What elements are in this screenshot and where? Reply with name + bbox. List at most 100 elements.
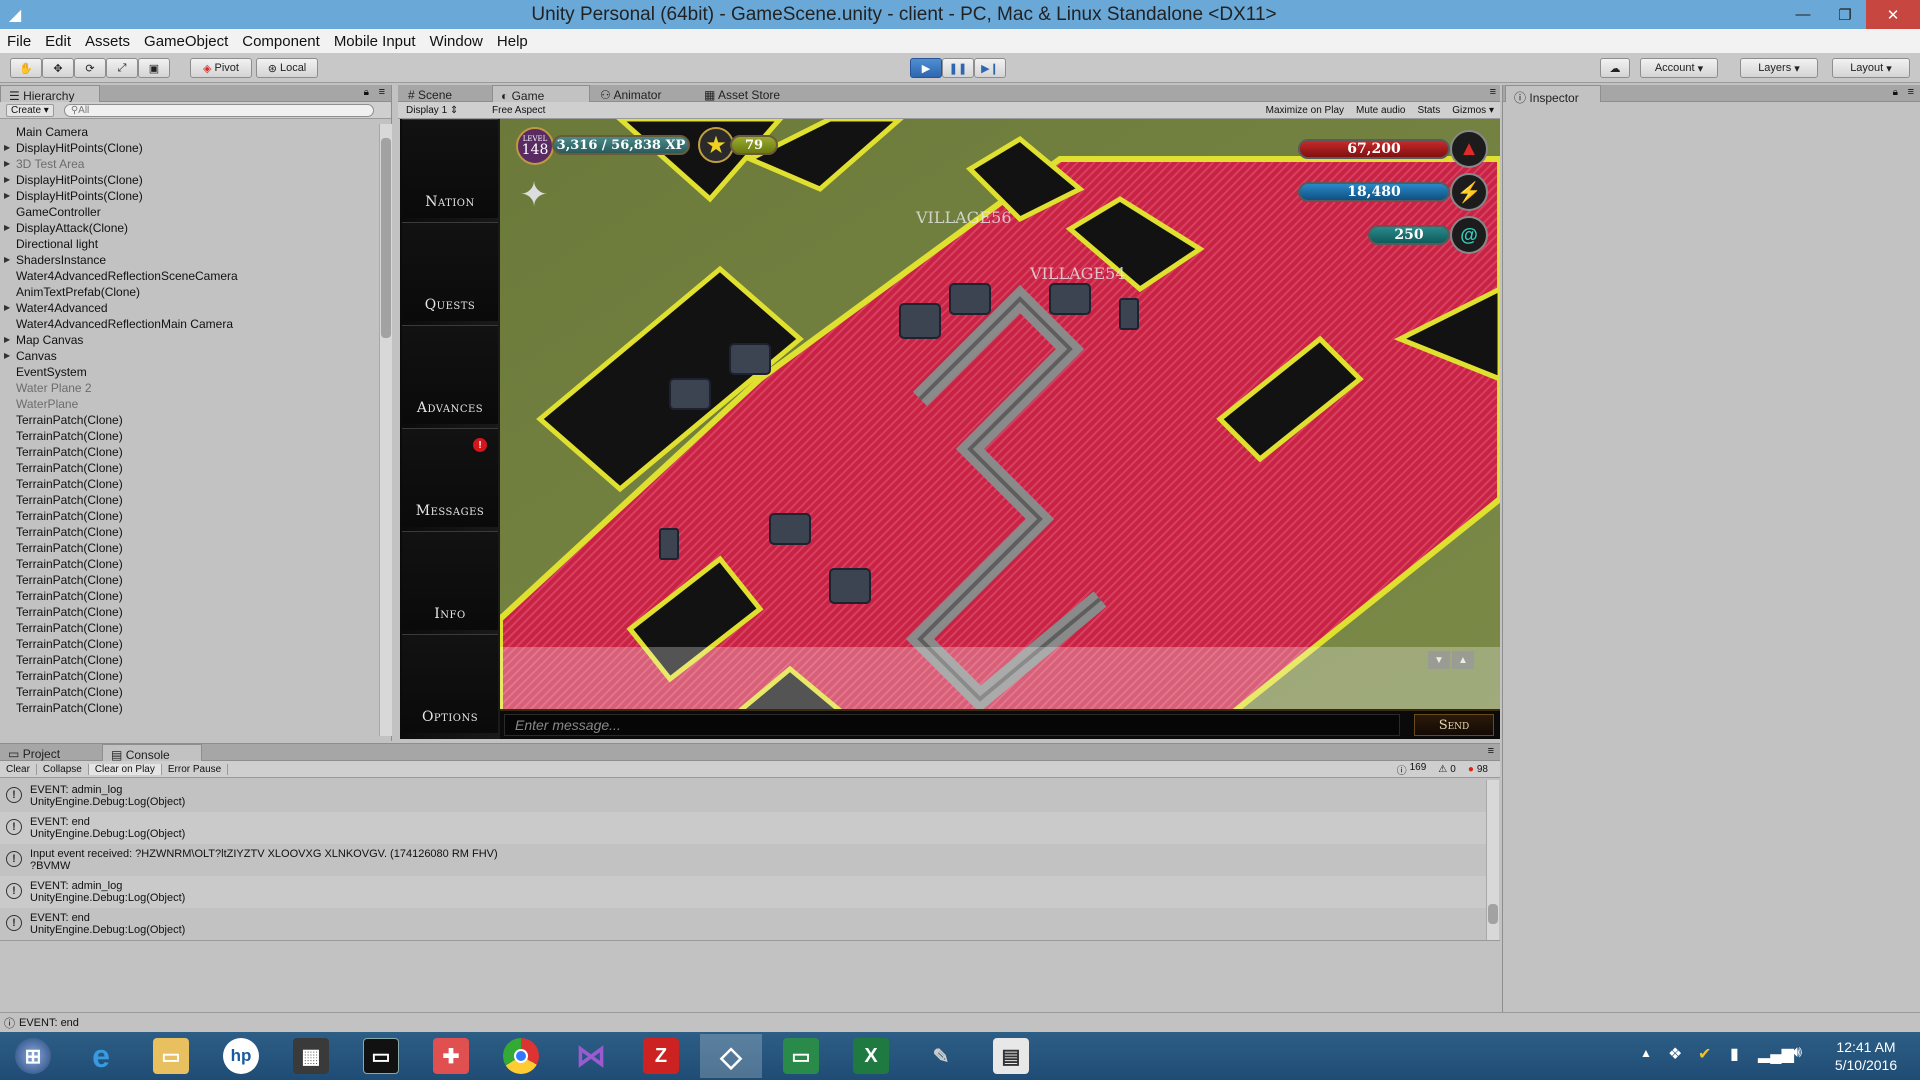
taskbar-hp[interactable]: hp — [210, 1034, 272, 1078]
tab-console[interactable]: ▤ Console — [102, 744, 202, 762]
stars-bar[interactable]: 79 — [730, 135, 778, 155]
console-log-row[interactable]: ! Input event received: ?HZWNRM\OLT?ltZIY… — [0, 844, 1492, 876]
menu-window[interactable]: Window — [423, 33, 490, 50]
taskbar-excel[interactable]: X — [840, 1034, 902, 1078]
console-scroll-thumb[interactable] — [1488, 904, 1498, 924]
console-log-row[interactable]: ! EVENT: end UnityEngine.Debug:Log(Object) — [0, 908, 1492, 940]
pivot-toggle[interactable]: ◈ Pivot — [190, 58, 252, 78]
create-dropdown[interactable]: Create ▾ — [6, 103, 54, 117]
expand-arrow-icon[interactable]: ▶ — [4, 172, 10, 188]
hierarchy-item[interactable]: TerrainPatch(Clone) — [0, 556, 379, 572]
console-detail-area[interactable] — [0, 940, 1500, 1012]
chat-collapse-icon[interactable]: ▼ — [1428, 651, 1450, 669]
pause-button[interactable]: ❚❚ — [942, 58, 974, 78]
start-button[interactable]: ⊞ — [2, 1034, 64, 1078]
tray-battery-icon[interactable]: ▮ — [1730, 1044, 1739, 1064]
console-scrollbar[interactable] — [1486, 780, 1499, 940]
console-log-row[interactable]: ! EVENT: admin_log UnityEngine.Debug:Log(O… — [0, 780, 1492, 812]
expand-arrow-icon[interactable]: ▶ — [4, 300, 10, 316]
hierarchy-item[interactable]: ▶ DisplayAttack(Clone) — [0, 220, 379, 236]
collapse-toggle[interactable]: Collapse — [37, 763, 89, 775]
boot-icon[interactable]: ▲ — [1450, 130, 1488, 168]
lock-icon[interactable]: 🔒︎ — [364, 87, 369, 98]
hierarchy-item[interactable]: TerrainPatch(Clone) — [0, 412, 379, 428]
hierarchy-item[interactable]: TerrainPatch(Clone) — [0, 524, 379, 540]
send-button[interactable]: Send — [1414, 714, 1494, 736]
step-button[interactable]: ▶❙ — [974, 58, 1006, 78]
error-count-toggle[interactable]: ● 98 — [1462, 764, 1494, 775]
hierarchy-item[interactable]: TerrainPatch(Clone) — [0, 460, 379, 476]
level-badge[interactable]: LEVEL 148 — [516, 127, 554, 165]
maximize-on-play-toggle[interactable]: Maximize on Play — [1260, 105, 1350, 116]
gizmos-dropdown[interactable]: Gizmos ▾ — [1446, 105, 1500, 116]
hierarchy-item[interactable]: TerrainPatch(Clone) — [0, 476, 379, 492]
energy-icon[interactable]: ⚡ — [1450, 173, 1488, 211]
village-label-2[interactable]: VILLAGE54 — [1029, 264, 1126, 283]
expand-arrow-icon[interactable]: ▶ — [4, 156, 10, 172]
menu-mobile-input[interactable]: Mobile Input — [327, 33, 423, 50]
hierarchy-item[interactable]: ▶ DisplayHitPoints(Clone) — [0, 172, 379, 188]
star-icon[interactable]: ★ — [698, 127, 734, 163]
expand-arrow-icon[interactable]: ▶ — [4, 252, 10, 268]
game-map-scene[interactable]: VILLAGE56 VILLAGE54 — [500, 119, 1500, 739]
resource-bar-red[interactable]: 67,200 — [1298, 139, 1450, 159]
hierarchy-scroll-thumb[interactable] — [381, 138, 391, 338]
hierarchy-item[interactable]: TerrainPatch(Clone) — [0, 668, 379, 684]
hand-tool-icon[interactable]: ✋ — [10, 58, 42, 78]
taskbar-ie[interactable]: e — [70, 1034, 132, 1078]
taskbar-terminal[interactable]: ▭ — [350, 1034, 412, 1078]
taskbar-unity[interactable]: ◇ — [700, 1034, 762, 1078]
hierarchy-item[interactable]: TerrainPatch(Clone) — [0, 540, 379, 556]
hierarchy-item[interactable]: TerrainPatch(Clone) — [0, 572, 379, 588]
resource-bar-teal[interactable]: 250 — [1368, 225, 1450, 245]
menu-gameobject[interactable]: GameObject — [137, 33, 235, 50]
taskbar-calculator[interactable]: ▤ — [980, 1034, 1042, 1078]
hierarchy-item[interactable]: EventSystem — [0, 364, 379, 380]
layers-dropdown[interactable]: Layers ▾ — [1740, 58, 1818, 78]
warning-count-toggle[interactable]: ⚠ 0 — [1432, 764, 1462, 775]
hierarchy-item[interactable]: TerrainPatch(Clone) — [0, 588, 379, 604]
account-dropdown[interactable]: Account ▾ — [1640, 58, 1718, 78]
hierarchy-item[interactable]: Directional light — [0, 236, 379, 252]
hierarchy-item[interactable]: ▶ Map Canvas — [0, 332, 379, 348]
restore-button[interactable]: ❐ — [1824, 0, 1866, 29]
clear-on-play-toggle[interactable]: Clear on Play — [88, 763, 162, 775]
panel-menu-icon[interactable]: ≡ — [379, 86, 385, 98]
hierarchy-item[interactable]: Water4AdvancedReflectionMain Camera — [0, 316, 379, 332]
status-text[interactable]: EVENT: end — [19, 1017, 79, 1029]
expand-arrow-icon[interactable]: ▶ — [4, 220, 10, 236]
tray-volume-icon[interactable]: 🔊︎ — [1792, 1044, 1802, 1062]
taskbar-remote[interactable]: ▭ — [770, 1034, 832, 1078]
hierarchy-item[interactable]: WaterPlane — [0, 396, 379, 412]
tray-dropbox-icon[interactable]: ❖ — [1668, 1044, 1682, 1064]
hierarchy-item[interactable]: ▶ ShadersInstance — [0, 252, 379, 268]
nav-info[interactable]: Info — [402, 531, 498, 630]
unity-logo-icon[interactable]: ◢ — [4, 4, 26, 26]
hierarchy-item[interactable]: TerrainPatch(Clone) — [0, 428, 379, 444]
hierarchy-search-input[interactable]: ⚲ All — [63, 103, 374, 117]
panel-menu-icon[interactable]: ≡ — [1488, 745, 1494, 757]
hierarchy-item[interactable]: ▶ Water4Advanced — [0, 300, 379, 316]
nav-quests[interactable]: Quests — [402, 222, 498, 321]
hierarchy-item[interactable]: TerrainPatch(Clone) — [0, 508, 379, 524]
menu-assets[interactable]: Assets — [78, 33, 137, 50]
chat-expand-icon[interactable]: ▲ — [1452, 651, 1474, 669]
hierarchy-item[interactable]: TerrainPatch(Clone) — [0, 444, 379, 460]
nav-nation[interactable]: Nation — [402, 119, 498, 218]
rotate-tool-icon[interactable]: ⟳ — [74, 58, 106, 78]
close-button[interactable]: ✕ — [1866, 0, 1920, 29]
taskbar-gimp[interactable]: ✎ — [910, 1034, 972, 1078]
cloud-icon[interactable]: ☁ — [1600, 58, 1630, 78]
hierarchy-item[interactable]: Main Camera — [0, 124, 379, 140]
menu-component[interactable]: Component — [235, 33, 327, 50]
menu-edit[interactable]: Edit — [38, 33, 78, 50]
menu-help[interactable]: Help — [490, 33, 535, 50]
hierarchy-item[interactable]: TerrainPatch(Clone) — [0, 620, 379, 636]
hierarchy-item[interactable]: AnimTextPrefab(Clone) — [0, 284, 379, 300]
menu-file[interactable]: File — [0, 33, 38, 50]
taskbar-explorer[interactable]: ▭ — [140, 1034, 202, 1078]
console-log-row[interactable]: ! EVENT: end UnityEngine.Debug:Log(Object) — [0, 812, 1492, 844]
hierarchy-item[interactable]: ▶ DisplayHitPoints(Clone) — [0, 140, 379, 156]
hierarchy-scrollbar[interactable] — [379, 124, 392, 736]
hierarchy-item[interactable]: ▶ 3D Test Area — [0, 156, 379, 172]
